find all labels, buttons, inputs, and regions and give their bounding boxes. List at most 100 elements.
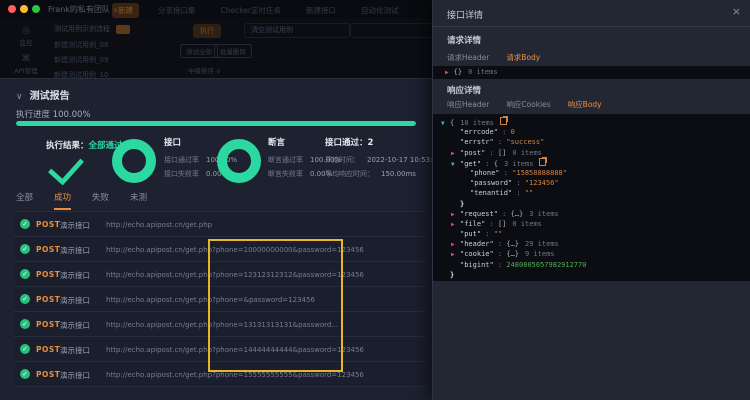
progress-fill [16, 121, 416, 126]
drawer-header: 接口详情 × [433, 0, 750, 27]
progress-label: 执行进度 100.00% [16, 108, 91, 120]
json-colon: : [500, 169, 513, 177]
json-line: ▶"file" : []0 items [433, 219, 750, 229]
table-row[interactable]: ✓ POST 演示接口 http://echo.apipost.cn/get.p… [14, 287, 426, 312]
expand-arrow-icon[interactable]: ▶ [445, 69, 449, 76]
json-line: "tenantid" : "" [433, 188, 750, 198]
tree-item[interactable]: 新建测试用例_09 [54, 55, 130, 65]
table-row[interactable]: ✓ POST 演示接口 http://echo.apipost.cn/get.p… [14, 362, 426, 387]
json-token: {…} [511, 210, 524, 218]
method-badge: POST [36, 345, 60, 354]
json-line: ▼{10 items [433, 117, 750, 127]
test-case-tree: 测试用例示例流程 新建测试用例_08 新建测试用例_09 新建测试用例_10 [54, 24, 130, 80]
top-tab[interactable]: 自动化测试 [355, 3, 405, 18]
row-success-icon: ✓ [20, 294, 30, 304]
response-section-label: 响应详情 [447, 84, 481, 96]
top-tab[interactable]: 新建接口 [300, 3, 342, 18]
json-line: "phone" : "15858888888" [433, 168, 750, 178]
api-url: http://echo.apipost.cn/get.php?phone=&pa… [106, 296, 315, 304]
row-success-icon: ✓ [20, 319, 30, 329]
report-header[interactable]: ∨测试报告 [16, 87, 70, 102]
monitor-icon: ◎ [6, 26, 46, 36]
json-key: "bigint" [460, 261, 494, 269]
test-all-button[interactable]: 测试全部 [180, 44, 218, 58]
json-colon: : [498, 210, 511, 218]
method-badge: POST [36, 320, 60, 329]
json-token: [] [498, 220, 506, 228]
copy-icon[interactable] [500, 117, 507, 125]
table-row[interactable]: ✓ POST 演示接口 http://echo.apipost.cn/get.p… [14, 312, 426, 337]
json-key: "put" [460, 230, 481, 238]
batch-delete-button[interactable]: 批量删除 [214, 44, 252, 58]
json-value: 0 [511, 128, 515, 136]
team-selector[interactable]: Frank的私有团队∨ [48, 4, 118, 15]
sort-dropdown[interactable]: 中级排序 ∨ [183, 64, 226, 76]
detail-drawer: 接口详情 × 请求详情 请求Header 请求Body ▶{}0 items 响… [432, 0, 750, 400]
report-title: 测试报告 [30, 91, 70, 102]
json-key: "header" [460, 240, 494, 248]
filter-tab[interactable]: 失败 [92, 191, 109, 210]
filter-tab[interactable]: 成功 [54, 191, 71, 210]
team-name: Frank的私有团队 [48, 5, 110, 14]
sidebar-item-api[interactable]: ⌘ API管理 [6, 54, 46, 75]
table-row[interactable]: ✓ POST 演示接口 http://echo.apipost.cn/get.p… [14, 262, 426, 287]
json-colon: : [498, 128, 511, 136]
copy-icon[interactable] [539, 158, 546, 166]
clear-cases-box[interactable]: 清空测试用例 [244, 23, 350, 38]
method-badge: POST [36, 295, 60, 304]
braces-token: {} [454, 68, 462, 76]
minimize-window-button[interactable] [20, 5, 28, 13]
run-button[interactable]: 执行 [193, 24, 221, 38]
json-value: "123456" [525, 179, 559, 187]
table-row[interactable]: ✓ POST 演示接口 http://echo.apipost.cn/get.p… [14, 337, 426, 362]
filter-tab[interactable]: 全部 [16, 191, 33, 210]
json-token: { [494, 160, 498, 168]
json-line: ▼"get" : {3 items [433, 158, 750, 168]
stat-row: 平均响应时间：150.00ms [325, 169, 441, 179]
sidebar-item-monitor[interactable]: ◎ 监控 [6, 26, 46, 47]
fullscreen-window-button[interactable] [32, 5, 40, 13]
json-colon: : [481, 160, 494, 168]
drawer-title: 接口详情 [447, 8, 483, 21]
json-line: "errstr" : "success" [433, 137, 750, 147]
json-items-count: 3 items [504, 160, 534, 168]
json-key: "get" [460, 160, 481, 168]
top-tab[interactable]: Checker定时任务 [215, 3, 288, 18]
sidebar-label: API管理 [14, 67, 37, 75]
stat-label: 断言失败率 [268, 170, 303, 178]
api-url: http://echo.apipost.cn/get.php?phone=100… [106, 246, 364, 254]
json-key: "phone" [470, 169, 500, 177]
collapse-arrow-icon[interactable]: ▼ [451, 160, 460, 170]
json-line: ▶"cookie" : {…}9 items [433, 249, 750, 259]
collapse-arrow-icon[interactable]: ▼ [441, 119, 450, 129]
result-line: 执行结果：全部通过 [46, 139, 123, 151]
json-key: "errcode" [460, 128, 498, 136]
top-tab[interactable]: 分享接口集 [152, 3, 202, 18]
json-line: ▶"post" : []0 items [433, 148, 750, 158]
json-key: "password" [470, 179, 512, 187]
stat-label: 断言通过率 [268, 156, 303, 164]
stat-label: 平均响应时间： [325, 170, 374, 178]
api-name: 演示接口 [60, 245, 90, 256]
progress-bar [16, 121, 416, 126]
json-line: ▶"header" : {…}29 items [433, 239, 750, 249]
table-row[interactable]: ✓ POST 演示接口 http://echo.apipost.cn/get.p… [14, 237, 426, 262]
table-row[interactable]: ✓ POST 演示接口 http://echo.apipost.cn/get.p… [14, 212, 426, 237]
json-token: } [450, 271, 454, 279]
close-icon[interactable]: × [732, 5, 741, 18]
result-filter-tabs: 全部 成功 失败 未测 [16, 191, 147, 210]
close-window-button[interactable] [8, 5, 16, 13]
top-tabs: 新建 分享接口集 Checker定时任务 新建接口 自动化测试 [112, 3, 405, 18]
run-badge-icon[interactable] [116, 25, 130, 34]
json-line: } [433, 270, 750, 280]
top-tab[interactable]: 新建 [112, 3, 139, 18]
method-badge: POST [36, 370, 60, 379]
api-url: http://echo.apipost.cn/get.php [106, 221, 212, 229]
json-key: "errstr" [460, 138, 494, 146]
secondary-box[interactable] [350, 23, 436, 38]
filter-tab[interactable]: 未测 [130, 191, 147, 210]
tree-item[interactable]: 新建测试用例_08 [54, 40, 130, 50]
request-table: ✓ POST 演示接口 http://echo.apipost.cn/get.p… [14, 211, 426, 387]
tree-header-row[interactable]: 测试用例示例流程 [54, 24, 130, 34]
json-line: ▶"request" : {…}3 items [433, 209, 750, 219]
